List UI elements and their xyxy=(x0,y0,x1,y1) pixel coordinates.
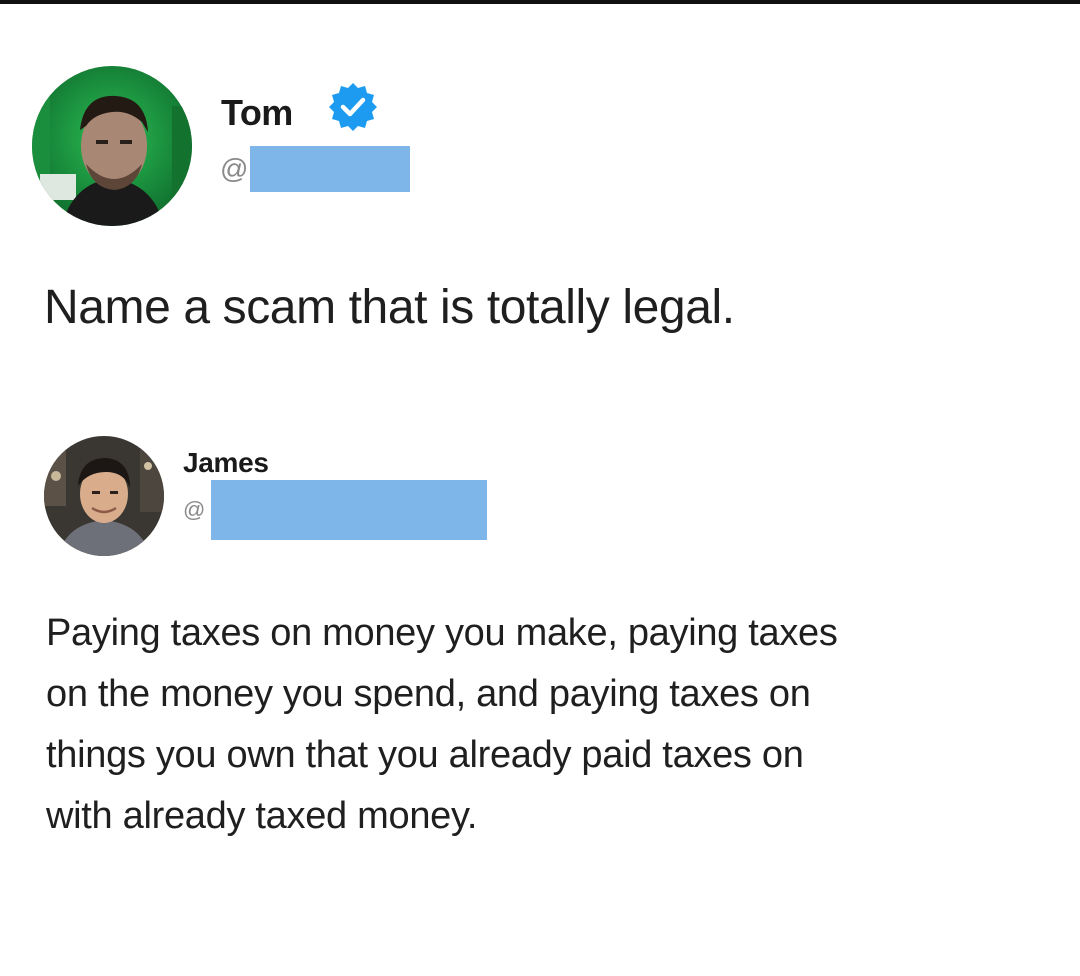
avatar-tom-image xyxy=(32,66,192,226)
reply-text-line: things you own that you already paid tax… xyxy=(46,734,804,776)
avatar-james-image xyxy=(44,436,164,556)
author-name-james[interactable]: James xyxy=(183,447,269,479)
handle-redaction-box xyxy=(250,146,411,192)
reply-text-line: with already taxed money. xyxy=(46,795,478,837)
handle-at-symbol: @ xyxy=(183,497,206,522)
author-name-tom[interactable]: Tom xyxy=(221,92,293,134)
avatar-james[interactable] xyxy=(44,436,164,556)
avatar-tom[interactable] xyxy=(32,66,192,226)
handle-tom[interactable]: @ xyxy=(220,146,411,192)
reply-text-line: Paying taxes on money you make, paying t… xyxy=(46,612,838,654)
reply-text: Paying taxes on money you make, paying t… xyxy=(46,603,1056,847)
handle-redaction-box xyxy=(211,480,488,540)
handle-james[interactable]: @ xyxy=(183,480,488,540)
reply-text-line: on the money you spend, and paying taxes… xyxy=(46,673,811,715)
tweet-text: Name a scam that is totally legal. xyxy=(44,281,735,334)
verified-badge-icon xyxy=(329,83,377,131)
handle-at-symbol: @ xyxy=(220,153,249,184)
top-border xyxy=(0,0,1080,4)
